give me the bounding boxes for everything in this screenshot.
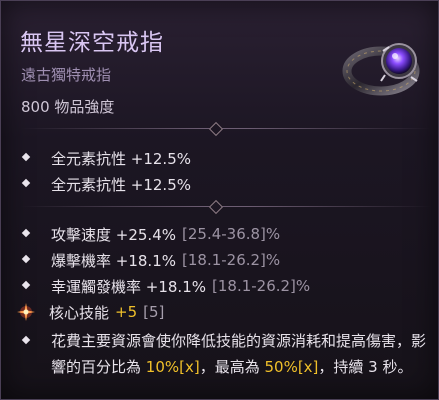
unique-power-text: 花費主要資源會使你降低技能的資源消耗和提高傷害，影響的百分比為 10%[x]，最…	[51, 328, 436, 380]
implicit-stat-label: 全元素抗性 +12.5%	[51, 175, 191, 194]
skill-rank-row: 核心技能 +5 [5]	[17, 301, 164, 323]
affix-row: 幸運觸發機率 +18.1% [18.1-26.2]%	[19, 275, 310, 297]
unique-power-part: ，持續 3 秒。	[318, 358, 413, 376]
skill-label: 核心技能	[49, 303, 110, 322]
diamond-bullet-icon	[19, 333, 35, 349]
section-divider	[1, 121, 438, 137]
affix-row: 攻擊速度 +25.4% [25.4-36.8]%	[19, 223, 280, 245]
item-tooltip: 無星深空戒指 遠古獨特戒指 800 物品強度 全元素抗性 +12.5% 全元素抗…	[0, 0, 439, 400]
implicit-stat-row: 全元素抗性 +12.5%	[19, 173, 191, 195]
diamond-bullet-icon	[19, 252, 35, 268]
skill-range: [5]	[143, 303, 165, 321]
diamond-bullet-icon	[19, 226, 35, 242]
section-divider	[1, 199, 438, 215]
ring-item-icon	[342, 43, 420, 96]
unique-power-part: ，最高為	[199, 358, 265, 376]
unique-power-bullet	[19, 330, 51, 352]
implicit-stat-label: 全元素抗性 +12.5%	[51, 149, 191, 168]
implicit-stat-row: 全元素抗性 +12.5%	[19, 147, 191, 169]
unique-power-value: 10%[x]	[145, 358, 200, 376]
affix-label: 幸運觸發機率 +18.1%	[51, 277, 206, 296]
item-type: 遠古獨特戒指	[21, 66, 112, 84]
unique-power-value: 50%[x]	[264, 358, 319, 376]
item-name: 無星深空戒指	[20, 30, 164, 56]
affix-label: 攻擊速度 +25.4%	[51, 225, 176, 244]
affix-range: [18.1-26.2]%	[182, 251, 281, 269]
affix-range: [25.4-36.8]%	[182, 225, 281, 243]
affix-row: 爆擊機率 +18.1% [18.1-26.2]%	[19, 249, 280, 271]
item-power: 800 物品強度	[21, 98, 115, 116]
affix-range: [18.1-26.2]%	[212, 277, 311, 295]
skill-value: +5	[115, 303, 138, 321]
diamond-bullet-icon	[19, 176, 35, 192]
affix-label: 爆擊機率 +18.1%	[51, 251, 176, 270]
sparkle-unique-icon	[17, 303, 35, 321]
diamond-bullet-icon	[19, 150, 35, 166]
diamond-bullet-icon	[19, 278, 35, 294]
